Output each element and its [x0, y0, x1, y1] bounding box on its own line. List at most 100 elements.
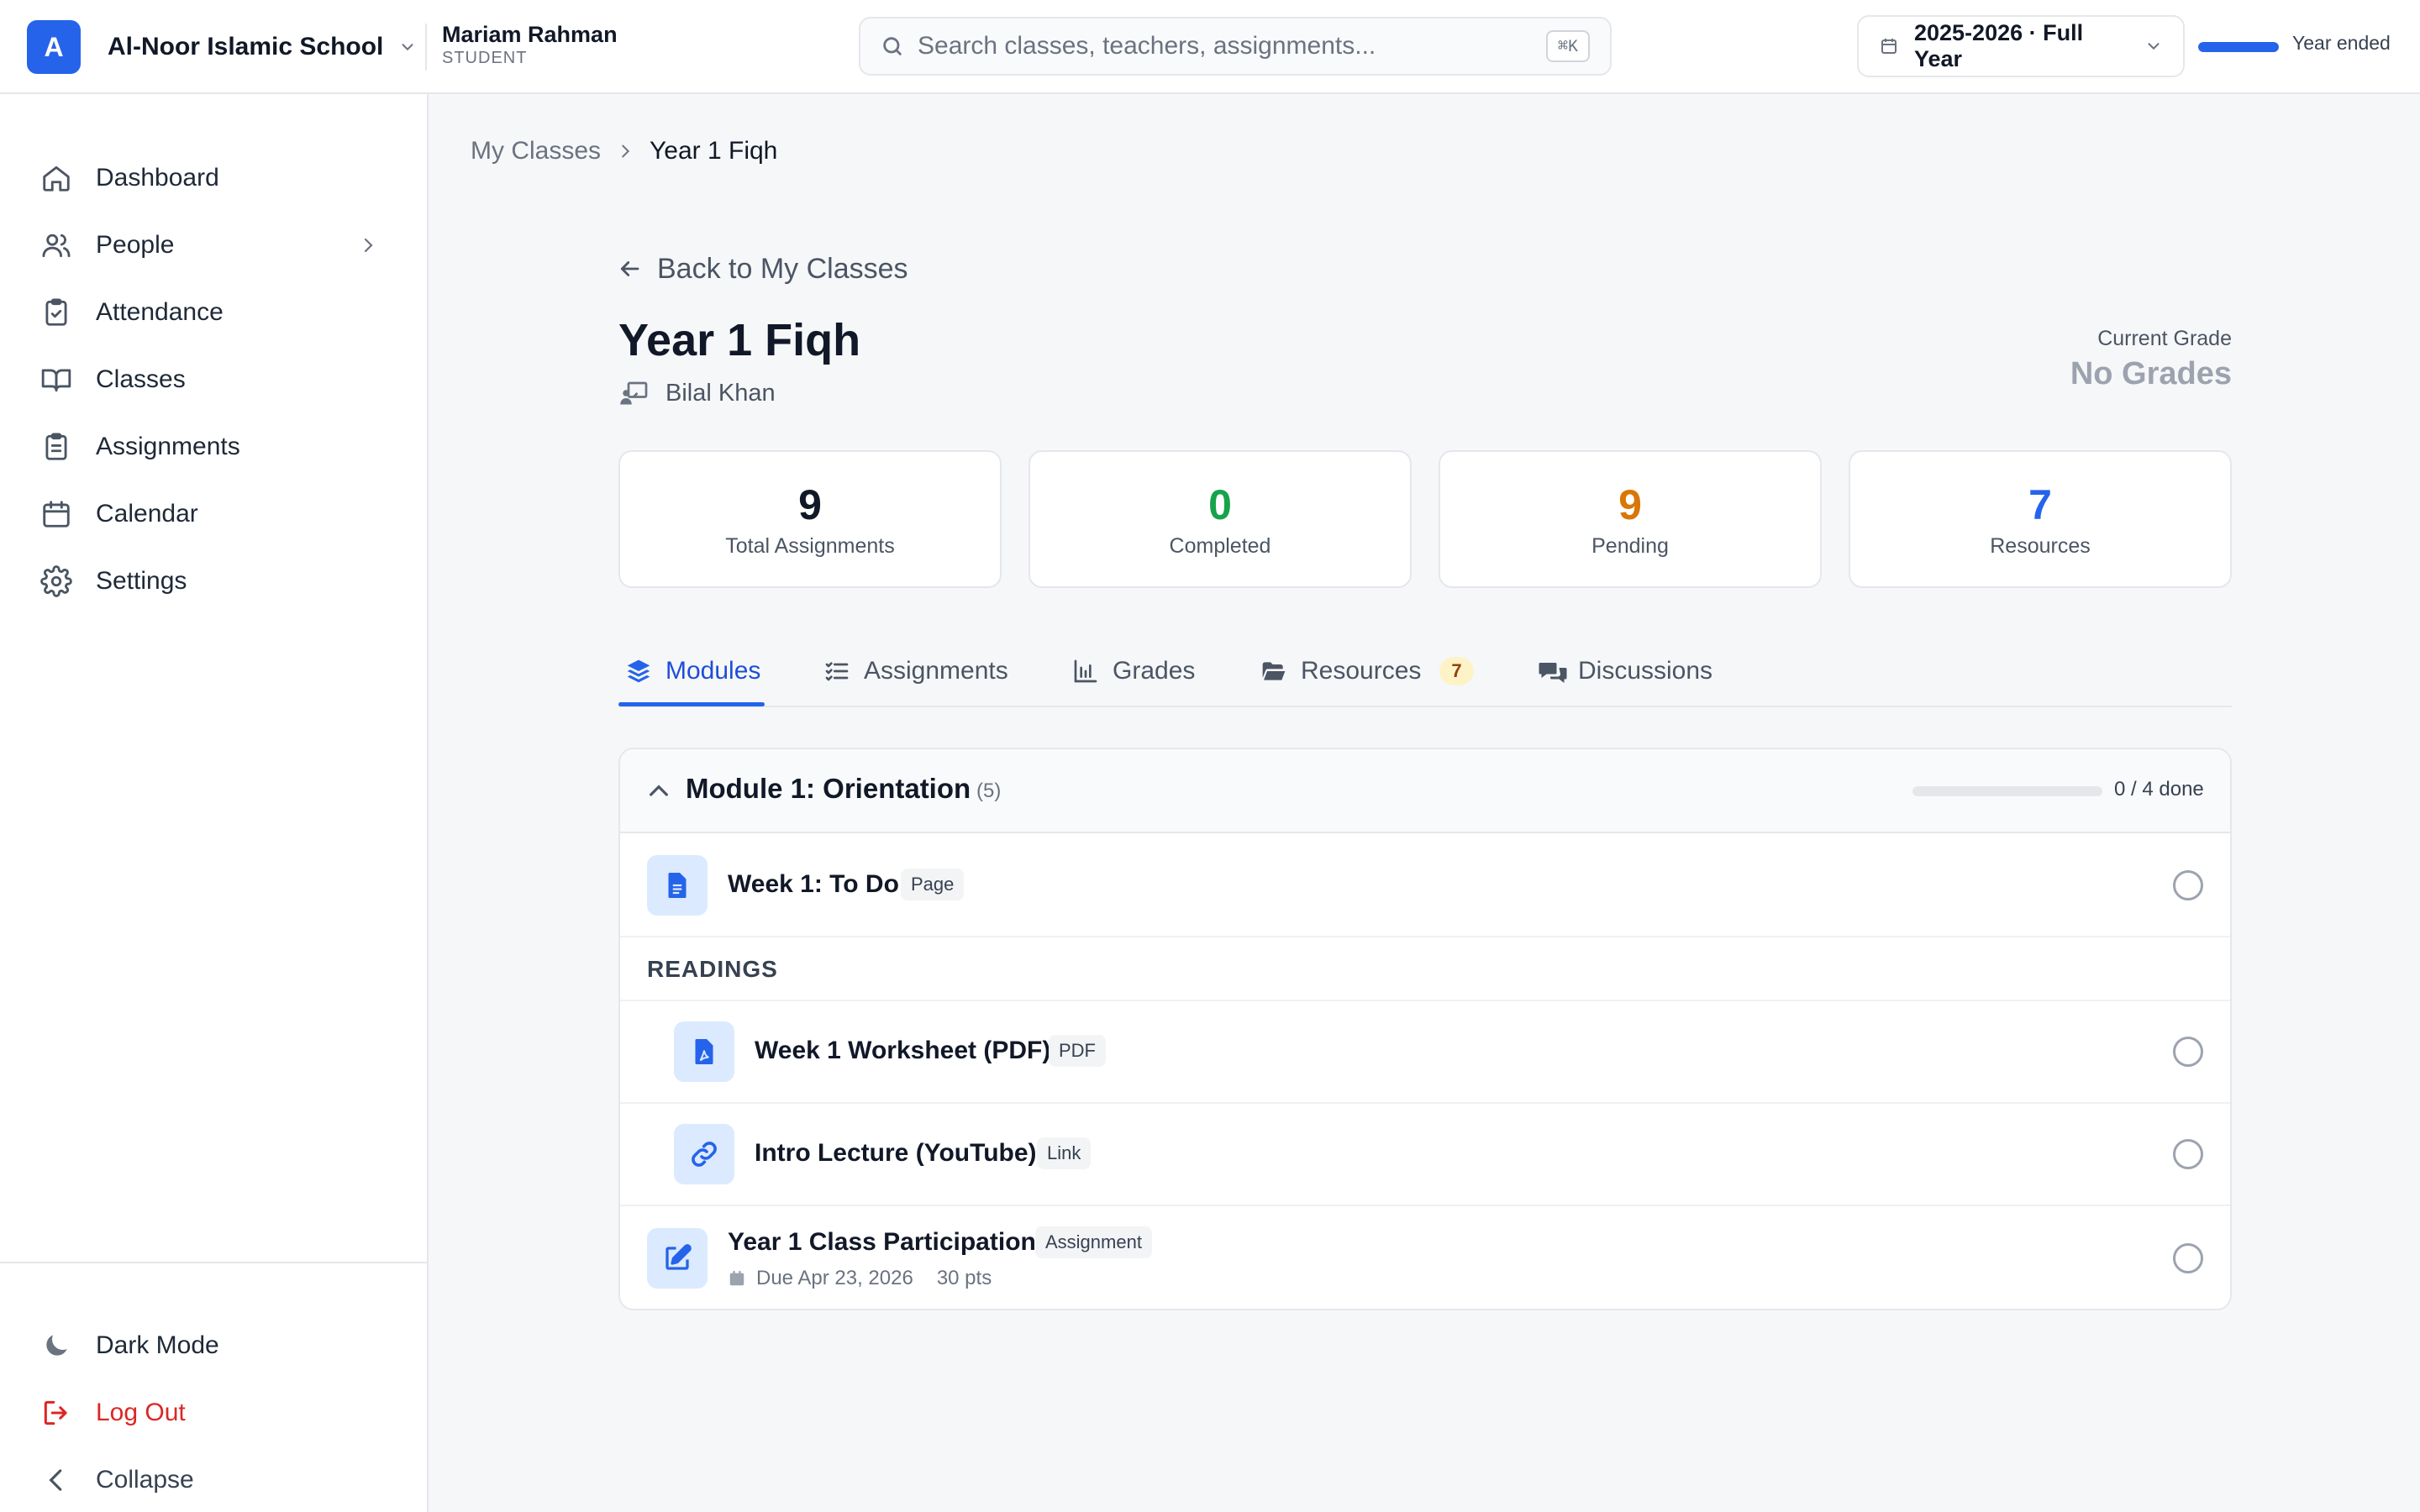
active-tab-indicator — [618, 702, 765, 706]
sidebar-item-calendar[interactable]: Calendar — [27, 487, 402, 541]
sidebar-item-dashboard[interactable]: Dashboard — [27, 151, 402, 205]
logout-button[interactable]: Log Out — [27, 1386, 402, 1440]
tab-label: Assignments — [864, 657, 1008, 685]
file-text-icon — [647, 855, 708, 916]
completion-checkbox[interactable] — [2173, 1037, 2203, 1067]
edit-icon — [647, 1228, 708, 1289]
module-item[interactable]: Week 1 Worksheet (PDF) PDF — [620, 1001, 2230, 1104]
module-header[interactable]: Module 1: Orientation (5) 0 / 4 done — [620, 749, 2230, 833]
academic-year-select[interactable]: 2025-2026 · Full Year — [1857, 15, 2185, 77]
year-status: Year ended — [2292, 32, 2391, 54]
tab-label: Modules — [666, 657, 761, 685]
module-progress-bar — [1912, 786, 2102, 796]
chevron-up-icon[interactable] — [645, 778, 672, 805]
stat-value: 0 — [1208, 480, 1232, 528]
back-to-classes-link[interactable]: Back to My Classes — [617, 250, 908, 287]
module-item-title[interactable]: Week 1: To Do — [728, 870, 899, 899]
module-item-title[interactable]: Year 1 Class Participation — [728, 1228, 1036, 1257]
module-item-title[interactable]: Week 1 Worksheet (PDF) — [755, 1037, 1050, 1065]
chevron-right-icon — [358, 235, 378, 255]
tab-resources[interactable]: Resources 7 — [1260, 635, 1474, 707]
stat-pending: 9 Pending — [1439, 450, 1822, 588]
breadcrumb: My Classes Year 1 Fiqh — [471, 134, 777, 168]
year-progress-bar — [2198, 42, 2279, 52]
module-item[interactable]: Week 1: To Do Page — [620, 833, 2230, 937]
user-name: Mariam Rahman — [442, 22, 618, 47]
sidebar-item-label: Attendance — [96, 298, 224, 326]
item-type-badge: Page — [901, 869, 965, 900]
dark-mode-label: Dark Mode — [96, 1331, 219, 1359]
sidebar-item-settings[interactable]: Settings — [27, 554, 402, 608]
current-grade: Current Grade No Grades — [2070, 324, 2232, 395]
logout-icon — [40, 1397, 72, 1429]
calendar-icon — [1879, 36, 1899, 56]
collapse-sidebar-button[interactable]: Collapse — [27, 1453, 402, 1507]
file-pdf-icon — [674, 1021, 734, 1082]
sidebar-item-people[interactable]: People — [27, 218, 402, 272]
teacher-name: Bilal Khan — [666, 379, 776, 407]
tab-grades[interactable]: Grades — [1072, 635, 1195, 707]
sidebar-item-label: Dashboard — [96, 164, 219, 192]
grade-value: No Grades — [2070, 356, 2232, 391]
topbar-divider — [425, 24, 427, 71]
sidebar-item-label: Settings — [96, 567, 187, 595]
stat-label: Total Assignments — [725, 533, 895, 558]
search-bar[interactable]: ⌘K — [859, 17, 1612, 76]
org-switcher[interactable]: Al-Noor Islamic School — [108, 25, 417, 69]
org-name: Al-Noor Islamic School — [108, 33, 384, 60]
module-item-count: (5) — [976, 780, 1002, 802]
moon-icon — [40, 1330, 72, 1362]
sidebar-item-attendance[interactable]: Attendance — [27, 286, 402, 339]
breadcrumb-current: Year 1 Fiqh — [650, 137, 778, 165]
users-icon — [40, 229, 72, 261]
user-role: STUDENT — [442, 49, 528, 67]
assignment-meta: Due Apr 23, 2026 30 pts — [728, 1267, 992, 1290]
module-card: Module 1: Orientation (5) 0 / 4 done Wee… — [618, 748, 2232, 1310]
academic-year-label: 2025-2026 · Full Year — [1914, 20, 2084, 71]
chevron-down-icon — [2144, 37, 2163, 55]
home-icon — [40, 162, 72, 194]
book-open-icon — [40, 364, 72, 396]
sidebar-item-classes[interactable]: Classes — [27, 353, 402, 407]
dark-mode-toggle[interactable]: Dark Mode — [27, 1319, 402, 1373]
section-label: READINGS — [647, 956, 778, 982]
due-date: Due Apr 23, 2026 — [756, 1267, 913, 1289]
completion-checkbox[interactable] — [2173, 1139, 2203, 1169]
org-logo[interactable]: A — [27, 20, 81, 74]
tab-label: Discussions — [1578, 657, 1713, 685]
sidebar-item-label: Calendar — [96, 500, 198, 528]
module-item[interactable]: Year 1 Class Participation Assignment Du… — [620, 1206, 2230, 1309]
comments-icon — [1538, 658, 1567, 685]
search-icon — [881, 34, 904, 58]
class-tabs: Modules Assignments Grades Resources 7 D… — [618, 635, 2232, 707]
sidebar-item-label: Assignments — [96, 433, 240, 460]
tab-discussions[interactable]: Discussions — [1538, 635, 1712, 707]
module-item-title[interactable]: Intro Lecture (YouTube) — [755, 1139, 1037, 1168]
completion-checkbox[interactable] — [2173, 870, 2203, 900]
sidebar-item-label: Classes — [96, 365, 186, 393]
teacher-info: Bilal Khan — [618, 376, 776, 410]
search-input[interactable] — [918, 32, 1546, 60]
year-progress-fill — [2198, 42, 2279, 52]
breadcrumb-my-classes[interactable]: My Classes — [471, 137, 601, 165]
completion-checkbox[interactable] — [2173, 1243, 2203, 1273]
sidebar-item-assignments[interactable]: Assignments — [27, 420, 402, 474]
sidebar-item-label: People — [96, 231, 175, 259]
page-title: Year 1 Fiqh — [618, 315, 861, 365]
stat-resources: 7 Resources — [1849, 450, 2232, 588]
collapse-label: Collapse — [96, 1466, 194, 1494]
tab-modules[interactable]: Modules — [625, 635, 760, 707]
sidebar: Dashboard People Attendance Classes Assi… — [0, 94, 429, 1512]
tab-assignments[interactable]: Assignments — [823, 635, 1008, 707]
top-bar: A Al-Noor Islamic School Mariam Rahman S… — [0, 0, 2420, 94]
sidebar-divider — [0, 1262, 429, 1263]
module-item[interactable]: Intro Lecture (YouTube) Link — [620, 1104, 2230, 1206]
item-type-badge: Link — [1037, 1137, 1092, 1169]
user-info: Mariam Rahman STUDENT — [442, 20, 618, 67]
stat-label: Completed — [1169, 533, 1271, 558]
gear-icon — [40, 565, 72, 597]
bar-chart-icon — [1072, 658, 1099, 685]
stat-completed: 0 Completed — [1028, 450, 1412, 588]
clipboard-check-icon — [40, 297, 72, 328]
item-type-badge: PDF — [1049, 1035, 1106, 1067]
